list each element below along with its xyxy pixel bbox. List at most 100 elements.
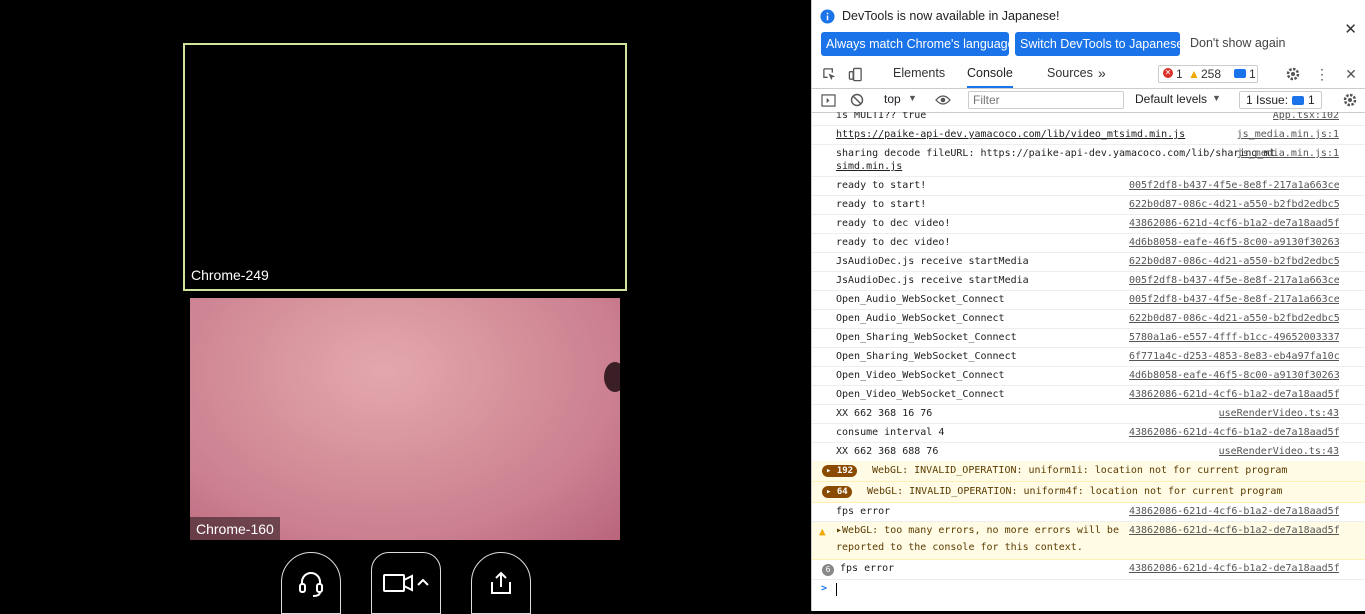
log-source-link[interactable]: 622b0d87-086c-4d21-a550-b2fbd2edbc5e:1 (1129, 199, 1339, 210)
log-message: sharing decode fileURL: https://paike-ap… (836, 148, 1276, 159)
tab-sources[interactable]: Sources (1047, 60, 1093, 88)
log-source-link[interactable]: 43862086-621d-4cf6-b1a2-de7a18aad5f2:1 (1129, 506, 1339, 517)
log-row: ready to start! 622b0d87-086c-4d21-a550-b… (812, 196, 1365, 215)
log-message: is MULTI?? true (836, 112, 927, 121)
settings-icon[interactable] (1284, 65, 1302, 83)
message-icon (1234, 69, 1246, 78)
sidebar-toggle-icon[interactable] (819, 91, 837, 109)
log-message: ▸WebGL: too many errors, no more errors … (836, 525, 1119, 536)
log-source-link[interactable]: 005f2df8-b437-4f5e-8e8f-217a1a663cef:1 (1129, 294, 1339, 305)
log-source-link[interactable]: 43862086-621d-4cf6-b1a2-de7a18aad5f2:1 (1129, 563, 1339, 574)
issues-label: 1 Issue: (1246, 93, 1289, 107)
log-message: ready to start! (836, 180, 927, 191)
more-tabs-icon[interactable]: » (1098, 60, 1106, 88)
filter-input[interactable] (968, 91, 1124, 109)
log-message: fps error (836, 506, 891, 517)
prompt-chevron-icon: > (821, 583, 828, 594)
log-source-link[interactable]: 4d6b8058-eafe-46f5-8c00-a9130f302636:1 (1129, 237, 1339, 248)
chevron-down-icon[interactable]: ▼ (1212, 93, 1221, 103)
error-count: 1 (1176, 67, 1183, 81)
issues-button[interactable]: 1 Issue: 1 (1239, 91, 1322, 109)
log-source-link[interactable]: 43862086-621d-4cf6-b1a2-de7a18aad5f2:1 (1129, 389, 1339, 400)
log-message: Open_Sharing_WebSocket_Connect (836, 332, 1017, 343)
log-source-link[interactable]: useRenderVideo.ts:43 (1219, 446, 1339, 457)
warning-row[interactable]: ▲ ▸WebGL: too many errors, no more error… (812, 522, 1365, 560)
log-row: JsAudioDec.js receive startMedia 622b0d87… (812, 253, 1365, 272)
log-source-link[interactable]: js_media.min.js:1 (1237, 129, 1339, 140)
log-levels-dropdown[interactable]: Default levels (1135, 92, 1207, 106)
log-source-link[interactable]: App.tsx:102 (1273, 112, 1339, 121)
log-row: consume interval 4 43862086-621d-4cf6-b1a… (812, 424, 1365, 443)
log-source-link[interactable]: js_media.min.js:1 (1237, 148, 1339, 159)
grouped-warning-row[interactable]: ▸ 192 WebGL: INVALID_OPERATION: uniform1… (812, 461, 1365, 482)
dont-show-again-button[interactable]: Don't show again (1190, 36, 1286, 50)
settings-icon[interactable] (1341, 91, 1359, 109)
log-row: fps error 43862086-621d-4cf6-b1a2-de7a18… (812, 503, 1365, 522)
video-tile-chrome-160[interactable]: Chrome-160 (190, 298, 620, 540)
clear-console-icon[interactable] (848, 91, 866, 109)
infobar-message: DevTools is now available in Japanese! (842, 9, 1060, 23)
log-message: https://paike-api-dev.yamacoco.com/lib/v… (836, 129, 1186, 140)
log-message: Open_Video_WebSocket_Connect (836, 370, 1005, 381)
log-source-link[interactable]: 43862086-621d-4cf6-b1a2-de7a18aad5f2:1 (1129, 218, 1339, 229)
log-row: JsAudioDec.js receive startMedia 005f2df8… (812, 272, 1365, 291)
log-row: ready to start! 005f2df8-b437-4f5e-8e8f-2… (812, 177, 1365, 196)
log-source-link[interactable]: useRenderVideo.ts:43 (1219, 408, 1339, 419)
log-source-link[interactable]: 005f2df8-b437-4f5e-8e8f-217a1a663cef:1 (1129, 275, 1339, 286)
log-source-link[interactable]: 622b0d87-086c-4d21-a550-b2fbd2edbc5e:1 (1129, 313, 1339, 324)
log-source-link[interactable]: 4d6b8058-eafe-46f5-8c00-a9130f302636:1 (1129, 370, 1339, 381)
log-message: WebGL: INVALID_OPERATION: uniform1i: loc… (872, 465, 1288, 476)
close-devtools-icon[interactable]: ✕ (1342, 65, 1360, 83)
close-icon[interactable]: ✕ (1344, 20, 1357, 38)
log-row: https://paike-api-dev.yamacoco.com/lib/v… (812, 126, 1365, 145)
log-message: fps error (840, 563, 895, 574)
log-message-continued[interactable]: simd.min.js (836, 161, 902, 172)
log-source-link[interactable]: 005f2df8-b437-4f5e-8e8f-217a1a663cef:1 (1129, 180, 1339, 191)
video-button[interactable] (371, 552, 441, 614)
log-row: ready to dec video! 4d6b8058-eafe-46f5-8c… (812, 234, 1365, 253)
log-row: Open_Video_WebSocket_Connect 43862086-621… (812, 386, 1365, 405)
tab-console[interactable]: Console (967, 60, 1013, 88)
console-prompt[interactable]: > (812, 580, 1365, 600)
match-language-button[interactable]: Always match Chrome's language (821, 32, 1015, 56)
switch-to-japanese-button[interactable]: Switch DevTools to Japanese (1015, 32, 1183, 56)
log-message: XX 662 368 16 76 (836, 408, 933, 419)
inspect-element-icon[interactable] (820, 65, 838, 83)
warning-icon: ▲ (819, 525, 826, 538)
device-toolbar-icon[interactable] (846, 65, 864, 83)
console-toolbar: top ▼ Default levels ▼ 1 Issue: 1 (812, 89, 1365, 113)
info-icon (820, 9, 835, 24)
grouped-warning-row[interactable]: ▸ 64 WebGL: INVALID_OPERATION: uniform4f… (812, 482, 1365, 503)
log-source-link[interactable]: 43862086-621d-4cf6-b1a2-de7a18aad5f2:1 (1129, 427, 1339, 438)
log-message: ready to dec video! (836, 218, 951, 229)
log-row: Open_Sharing_WebSocket_Connect 6f771a4c-d… (812, 348, 1365, 367)
devtools-panel: DevTools is now available in Japanese! A… (811, 0, 1365, 611)
log-message: WebGL: INVALID_OPERATION: uniform4f: loc… (867, 486, 1283, 497)
eye-icon[interactable] (934, 91, 952, 109)
more-options-icon[interactable]: ⋮ (1313, 65, 1331, 83)
log-row: is MULTI?? true App.tsx:102 (812, 112, 1365, 126)
warning-icon: ▲ (1188, 67, 1200, 81)
log-source-link[interactable]: 6f771a4c-d253-4853-8e83-eb4a97fa10cb:1 (1129, 351, 1339, 362)
log-source-link[interactable]: 43862086-621d-4cf6-b1a2-de7a18aad5f2:1 (1129, 525, 1339, 536)
share-screen-button[interactable] (471, 552, 531, 614)
audio-button[interactable] (281, 552, 341, 614)
log-source-link[interactable]: 5780a1a6-e557-4fff-b1cc-49652003337f:1 (1129, 332, 1339, 343)
log-message-continued: reported to the console for this context… (836, 542, 1083, 553)
log-message: JsAudioDec.js receive startMedia (836, 275, 1029, 286)
chevron-up-icon[interactable] (416, 576, 430, 590)
issue-counters[interactable]: ✕ 1 ▲ 258 1 (1158, 65, 1258, 83)
log-row: Open_Audio_WebSocket_Connect 622b0d87-086… (812, 310, 1365, 329)
log-message: Open_Video_WebSocket_Connect (836, 389, 1005, 400)
log-source-link[interactable]: 622b0d87-086c-4d21-a550-b2fbd2edbc5e:1 (1129, 256, 1339, 267)
message-count: 1 (1249, 67, 1256, 81)
log-row: sharing decode fileURL: https://paike-ap… (812, 145, 1365, 177)
log-row: Open_Audio_WebSocket_Connect 005f2df8-b43… (812, 291, 1365, 310)
tab-elements[interactable]: Elements (893, 60, 945, 88)
context-selector[interactable]: top (884, 92, 901, 106)
video-tile-chrome-249[interactable]: Chrome-249 (183, 43, 627, 291)
error-icon: ✕ (1163, 68, 1173, 78)
share-icon (491, 571, 511, 594)
log-row: 6 fps error 43862086-621d-4cf6-b1a2-de7a… (812, 560, 1365, 580)
chevron-down-icon[interactable]: ▼ (908, 93, 917, 103)
